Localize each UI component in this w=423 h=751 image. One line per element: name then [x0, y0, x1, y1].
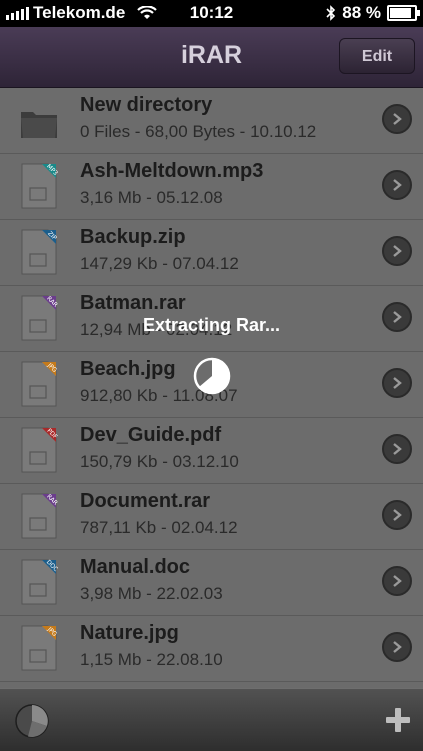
jpg-file-icon: JPG	[21, 625, 58, 671]
file-name: Dev_Guide.pdf	[80, 424, 222, 446]
bottom-toolbar	[0, 688, 423, 751]
file-name: New directory	[80, 94, 213, 116]
file-meta: 0 Files - 68,00 Bytes - 10.10.12	[80, 122, 317, 141]
extracting-message: Extracting Rar...	[142, 315, 281, 335]
detail-disclosure-button[interactable]	[382, 104, 412, 134]
file-name: Batman.rar	[80, 292, 186, 314]
edit-button[interactable]: Edit	[339, 38, 415, 74]
rar-file-icon: RAR	[21, 493, 58, 539]
status-bar: Telekom.de 10:12 88 %	[0, 0, 423, 27]
file-row[interactable]: ZIP Backup.zip 147,29 Kb - 07.04.12	[0, 220, 423, 286]
file-row[interactable]: New directory 0 Files - 68,00 Bytes - 10.…	[0, 88, 423, 154]
chevron-right-icon	[393, 509, 402, 521]
detail-disclosure-button[interactable]	[382, 368, 412, 398]
zip-file-icon: ZIP	[21, 229, 58, 275]
chevron-right-icon	[393, 641, 402, 653]
file-meta: 147,29 Kb - 07.04.12	[80, 254, 239, 273]
progress-spinner-icon	[193, 357, 231, 395]
detail-disclosure-button[interactable]	[382, 632, 412, 662]
detail-disclosure-button[interactable]	[382, 170, 412, 200]
file-meta: 3,98 Mb - 22.02.03	[80, 584, 223, 603]
pie-chart-icon[interactable]	[14, 703, 50, 739]
detail-disclosure-button[interactable]	[382, 434, 412, 464]
chevron-right-icon	[393, 377, 402, 389]
chevron-right-icon	[393, 575, 402, 587]
file-meta: 3,16 Mb - 05.12.08	[80, 188, 223, 207]
detail-disclosure-button[interactable]	[382, 566, 412, 596]
battery-icon	[387, 5, 420, 21]
status-right: 88 %	[326, 3, 420, 23]
file-row[interactable]: MP3 Ash-Meltdown.mp3 3,16 Mb - 05.12.08	[0, 154, 423, 220]
file-name: Beach.jpg	[80, 358, 176, 380]
chevron-right-icon	[393, 245, 402, 257]
file-meta: 787,11 Kb - 02.04.12	[80, 518, 238, 537]
file-row[interactable]: JPG Nature.jpg 1,15 Mb - 22.08.10	[0, 616, 423, 682]
chevron-right-icon	[393, 179, 402, 191]
doc-file-icon: DOC	[21, 559, 58, 605]
nav-bar: iRAR Edit	[0, 27, 423, 88]
battery-percent: 88 %	[342, 3, 381, 22]
folder-icon	[21, 112, 57, 138]
bluetooth-icon	[326, 5, 336, 21]
file-name: Document.rar	[80, 490, 211, 512]
mp3-file-icon: MP3	[21, 163, 58, 209]
file-name: Backup.zip	[80, 226, 186, 248]
detail-disclosure-button[interactable]	[382, 236, 412, 266]
pdf-file-icon: PDF	[21, 427, 58, 473]
chevron-right-icon	[393, 443, 402, 455]
file-meta: 150,79 Kb - 03.12.10	[80, 452, 239, 471]
detail-disclosure-button[interactable]	[382, 500, 412, 530]
jpg-file-icon: JPG	[21, 361, 58, 407]
file-meta: 1,15 Mb - 22.08.10	[80, 650, 223, 669]
chevron-right-icon	[393, 113, 402, 125]
file-name: Manual.doc	[80, 556, 191, 578]
file-row[interactable]: DOC Manual.doc 3,98 Mb - 22.02.03	[0, 550, 423, 616]
plus-icon[interactable]	[385, 707, 411, 733]
file-name: Nature.jpg	[80, 622, 179, 644]
file-row[interactable]: RAR Document.rar 787,11 Kb - 02.04.12	[0, 484, 423, 550]
file-name: Ash-Meltdown.mp3	[80, 160, 264, 182]
file-row[interactable]: PDF Dev_Guide.pdf 150,79 Kb - 03.12.10	[0, 418, 423, 484]
